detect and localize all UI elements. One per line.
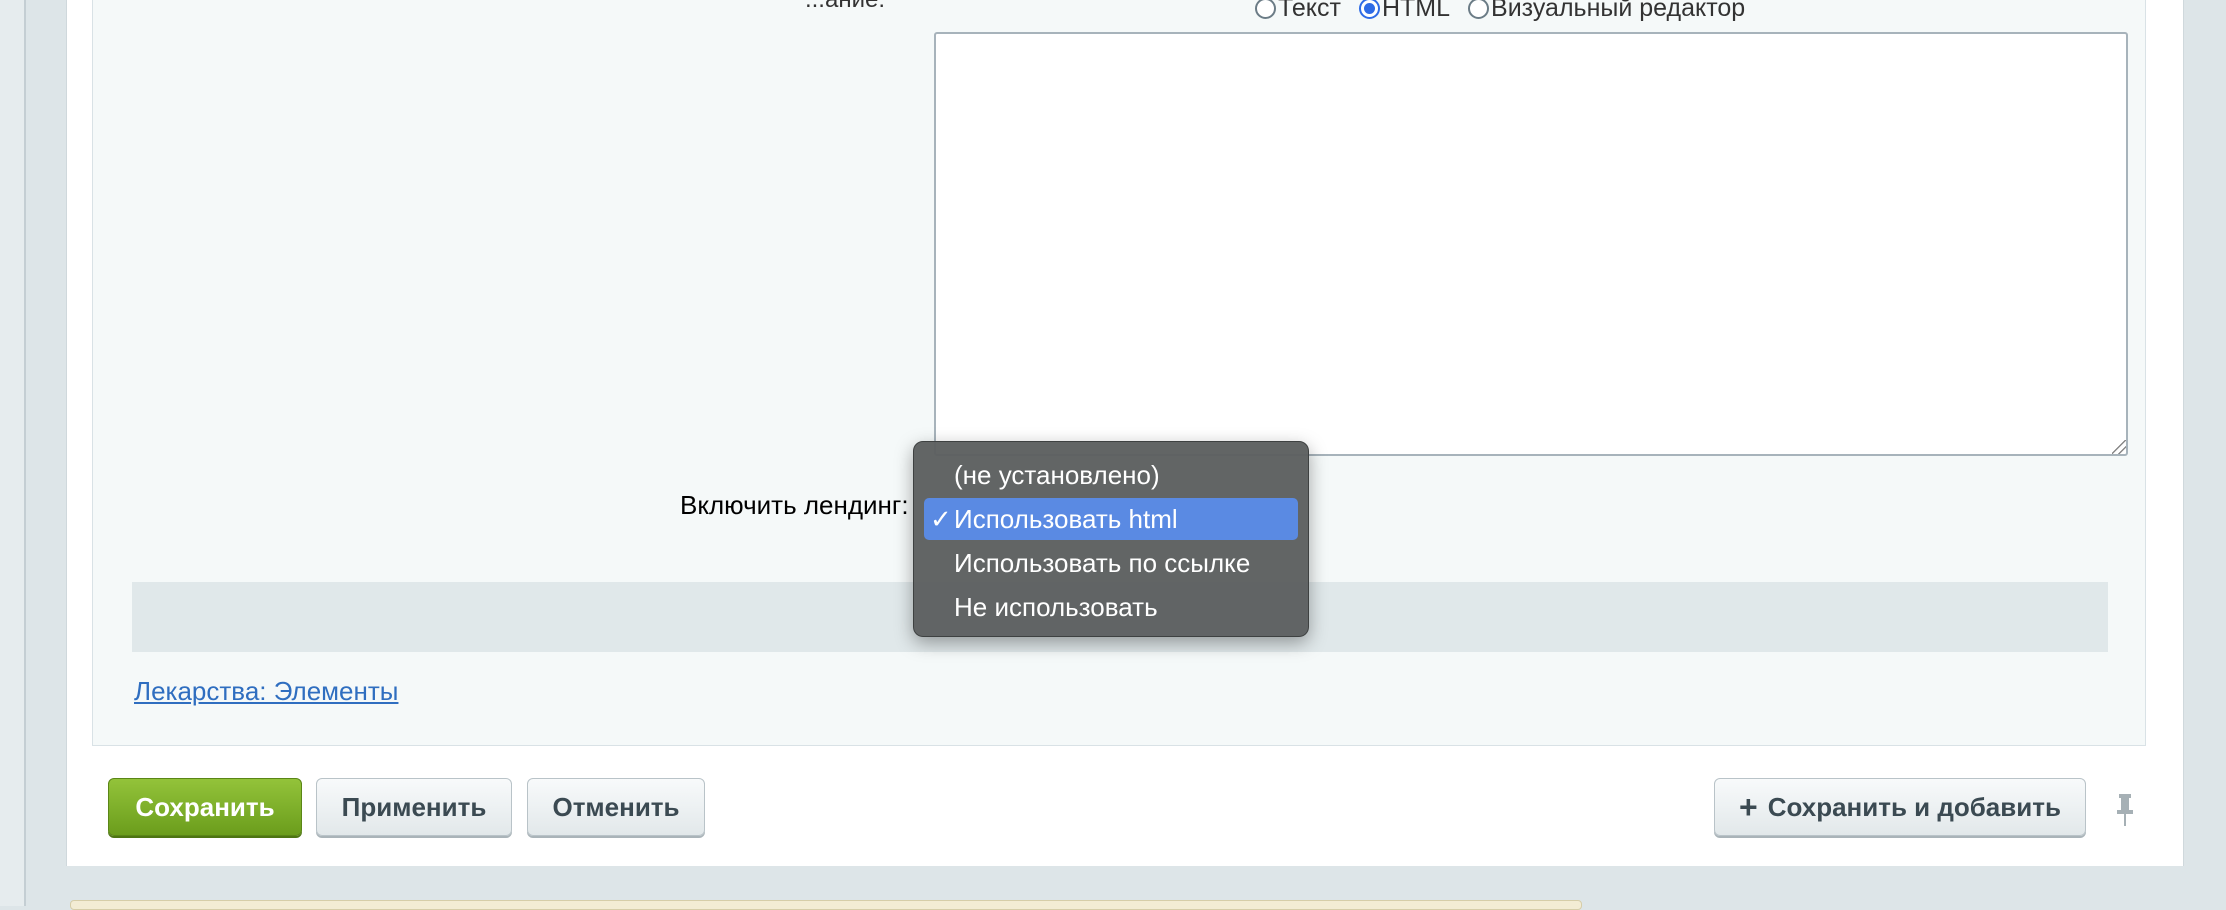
dropdown-option-label: Использовать по ссылке (954, 548, 1251, 578)
landing-dropdown-menu[interactable]: (не установлено) ✓ Использовать html Исп… (913, 441, 1309, 637)
radio-html-label: HTML (1381, 0, 1451, 22)
radio-visual-control[interactable] (1468, 0, 1490, 19)
radio-option-visual[interactable]: Визуальный редактор (1468, 0, 1745, 23)
dropdown-option-label: Использовать html (954, 504, 1178, 534)
radio-option-html[interactable]: HTML (1358, 0, 1451, 23)
radio-visual-label: Визуальный редактор (1491, 0, 1746, 22)
bottom-notice-strip (70, 900, 1582, 910)
dropdown-option-label: (не установлено) (954, 460, 1160, 490)
radio-html-control[interactable] (1358, 0, 1380, 19)
left-rail (0, 0, 26, 906)
resize-grip[interactable] (2112, 440, 2126, 454)
editor-mode-radios: Текст HTML Визуальный редактор (1255, 0, 1757, 23)
dropdown-option-label: Не использовать (954, 592, 1158, 622)
apply-button[interactable]: Применить (316, 778, 512, 836)
save-and-add-label: Сохранить и добавить (1767, 791, 2061, 822)
dropdown-option-selected[interactable]: ✓ Использовать html (924, 498, 1298, 540)
radio-text-label: Текст (1278, 0, 1341, 22)
save-button[interactable]: Сохранить (108, 778, 302, 836)
breadcrumb-link[interactable]: Лекарства: Элементы (134, 676, 398, 707)
checkmark-icon: ✓ (930, 504, 952, 534)
save-and-add-button[interactable]: + Сохранить и добавить (1714, 778, 2086, 836)
dropdown-option[interactable]: (не установлено) (924, 454, 1298, 496)
pin-icon[interactable] (2114, 792, 2136, 828)
description-label: ...ание: (805, 0, 885, 14)
description-textarea[interactable] (934, 32, 2128, 456)
cancel-button[interactable]: Отменить (527, 778, 705, 836)
dropdown-option[interactable]: Использовать по ссылке (924, 542, 1298, 584)
radio-text-control[interactable] (1255, 0, 1276, 19)
plus-icon: + (1739, 789, 1758, 825)
dropdown-option[interactable]: Не использовать (924, 586, 1298, 628)
radio-option-text[interactable]: Текст (1255, 0, 1341, 23)
landing-label: Включить лендинг: (680, 490, 909, 520)
